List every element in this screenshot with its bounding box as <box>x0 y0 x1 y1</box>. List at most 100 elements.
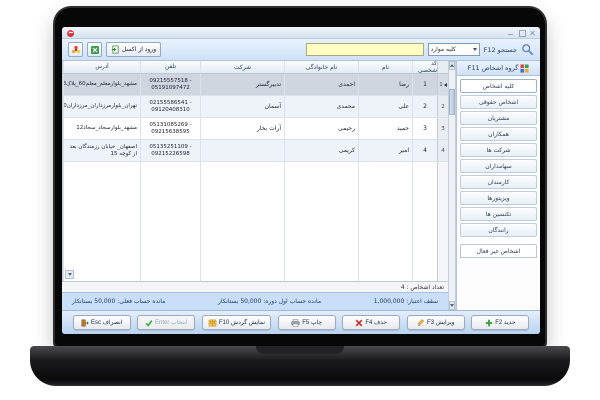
exit-door-icon <box>81 319 89 326</box>
cell-family: احمدی <box>284 74 358 95</box>
excel-icon <box>90 45 99 54</box>
import-excel-button[interactable]: ورود از اکسل <box>106 42 162 57</box>
table-row[interactable]: 1 1 رضا احمدی تدبیرگستر 09215557518 - 05… <box>63 74 448 96</box>
col-company[interactable]: شرکت <box>200 61 284 73</box>
sidebar-item-companies[interactable]: شرکت ها <box>460 143 537 157</box>
scroll-down-icon[interactable] <box>449 301 455 310</box>
row-indicator: 3 <box>437 118 448 139</box>
sidebar-item-label: سهامداران <box>485 162 512 170</box>
import-excel-label: ورود از اکسل <box>122 46 157 53</box>
titlebar <box>62 27 540 39</box>
cell-code: 3 <box>412 118 437 139</box>
delete-button[interactable]: حذف F4 <box>342 315 401 330</box>
app-logo-icon <box>67 29 74 37</box>
cell-phone: 09215557518 - 05191097472 <box>140 74 200 95</box>
excel-button[interactable] <box>87 42 102 57</box>
flower-icon <box>71 45 80 53</box>
cell-phone: 02155586541 - 09120408310 <box>140 96 200 117</box>
sidebar-item-label: کارمندان <box>487 178 510 186</box>
new-button[interactable]: جدید F2 <box>471 315 530 330</box>
plus-icon <box>486 319 493 326</box>
current-balance-label: مانده حساب فعلی: 50,000 بستانکار <box>72 298 166 305</box>
sidebar-group-list: کلیه اشخاص اشخاص حقوقی مشتریان همکاران ش… <box>457 76 540 239</box>
sidebar-item-legal-persons[interactable]: اشخاص حقوقی <box>460 95 537 109</box>
empty-grid-area <box>63 162 448 281</box>
check-icon <box>145 319 153 327</box>
col-phone[interactable]: تلفن <box>140 61 200 73</box>
action-button-bar: جدید F2 ویرایش F3 حذف F4 چاپ F5 نمایش گر… <box>62 310 540 334</box>
table-row[interactable]: 4 4 امیر کریمی 05135251109 - 09215226598… <box>63 140 448 162</box>
table-header-row: کد شخصی نام نام خانوادگی شرکت تلفن آدرس <box>63 61 448 74</box>
cell-code: 4 <box>412 140 437 161</box>
search-input[interactable] <box>305 43 424 56</box>
account-info-bar: سقف اعتبار: 1,000,000 مانده حساب اول دور… <box>62 292 448 310</box>
col-address[interactable]: آدرس <box>63 61 140 73</box>
sidebar-item-technicians[interactable]: تکنسین ها <box>460 207 537 221</box>
col-first-name[interactable]: نام <box>358 61 412 73</box>
sidebar-item-shareholders[interactable]: سهامداران <box>460 159 537 173</box>
show-turnover-button[interactable]: نمایش گردش F10 <box>201 315 272 330</box>
sidebar-item-label: شرکت ها <box>486 146 511 154</box>
maximize-icon[interactable] <box>518 29 526 37</box>
sidebar-item-label: مشتریان <box>487 114 510 122</box>
cell-company <box>200 140 284 161</box>
table-row[interactable]: 2 2 علی محمدی آسمان 02155586541 - 091204… <box>63 96 448 118</box>
cell-code: 2 <box>412 96 437 117</box>
credit-limit-label: سقف اعتبار: 1,000,000 <box>373 298 438 305</box>
main-area: گروه اشخاص F11 کلیه اشخاص اشخاص حقوقی مش… <box>62 61 540 310</box>
cell-family: رحیمی <box>284 118 358 139</box>
cell-family: محمدی <box>284 96 358 117</box>
content-column: کد شخصی نام نام خانوادگی شرکت تلفن آدرس … <box>62 61 448 310</box>
sidebar-item-drivers[interactable]: رانندگان <box>460 223 537 237</box>
row-indicator: 4 <box>437 140 448 161</box>
sidebar-item-all-persons[interactable]: کلیه اشخاص <box>460 79 537 93</box>
cell-phone: 05131085269 - 09215638595 <box>140 118 200 139</box>
grid-dropdown-icon[interactable] <box>65 270 74 279</box>
search-scope-dropdown[interactable]: کلیه موارد <box>427 43 480 56</box>
scrollbar-thumb[interactable] <box>449 89 455 115</box>
sidebar-item-visitors[interactable]: ویزیتورها <box>460 191 537 205</box>
sidebar-item-label: اشخاص غیر فعال <box>476 247 521 255</box>
cell-name: رضا <box>358 74 412 95</box>
cell-company: تدبیرگستر <box>200 74 284 95</box>
search-label: جستجو F12 <box>483 45 517 54</box>
print-button[interactable]: چاپ F5 <box>277 315 336 330</box>
cancel-button[interactable]: انصراف Esc <box>72 315 131 330</box>
toolbar: جستجو F12 کلیه موارد ورود از اکسل <box>62 39 540 61</box>
close-icon[interactable] <box>529 29 536 36</box>
button-label: نمایش گردش F10 <box>218 320 266 326</box>
sidebar-item-inactive-persons[interactable]: اشخاص غیر فعال <box>460 244 537 258</box>
col-last-name[interactable]: نام خانوادگی <box>284 61 358 73</box>
sidebar-item-customers[interactable]: مشتریان <box>460 111 537 125</box>
button-label: انتخاب Enter <box>155 320 188 326</box>
edit-button[interactable]: ویرایش F3 <box>406 315 465 330</box>
sidebar-item-label: همکاران <box>488 130 509 138</box>
sidebar-item-colleagues[interactable]: همکاران <box>460 127 537 141</box>
row-indicator: 2 <box>437 96 448 117</box>
cell-code: 1 <box>412 74 437 95</box>
reports-button[interactable] <box>68 42 83 57</box>
scroll-up-icon[interactable] <box>449 61 455 70</box>
printer-icon <box>291 318 300 327</box>
laptop-base-notch <box>256 346 344 354</box>
sidebar-header: گروه اشخاص F11 <box>457 61 540 76</box>
cell-company: آرات بخار <box>200 118 284 139</box>
group-grid-icon <box>520 63 529 73</box>
import-icon <box>111 45 119 54</box>
record-count-bar: تعداد اشخاص : 4 <box>62 281 448 292</box>
opening-balance-label: مانده حساب اول دوره: 50,000 بستانکار <box>218 298 322 305</box>
table-row[interactable]: 3 3 حمید رحیمی آرات بخار 05131085269 - 0… <box>63 118 448 140</box>
sidebar-item-employees[interactable]: کارمندان <box>460 175 537 189</box>
button-label: حذف F4 <box>365 320 388 326</box>
row-header-column <box>437 61 448 73</box>
pencil-icon <box>417 318 424 326</box>
row-indicator: 1 <box>437 74 448 95</box>
table-vertical-scrollbar[interactable] <box>448 61 456 310</box>
minimize-icon[interactable] <box>507 29 514 36</box>
col-personal-code[interactable]: کد شخصی <box>412 61 437 73</box>
current-row-arrow-icon <box>443 82 447 87</box>
persons-table: کد شخصی نام نام خانوادگی شرکت تلفن آدرس … <box>62 61 448 281</box>
cell-name: امیر <box>358 140 412 161</box>
select-button[interactable]: انتخاب Enter <box>137 315 196 330</box>
cell-address: تهران_بلوارمرزداران_مرزداران10 <box>63 96 140 117</box>
